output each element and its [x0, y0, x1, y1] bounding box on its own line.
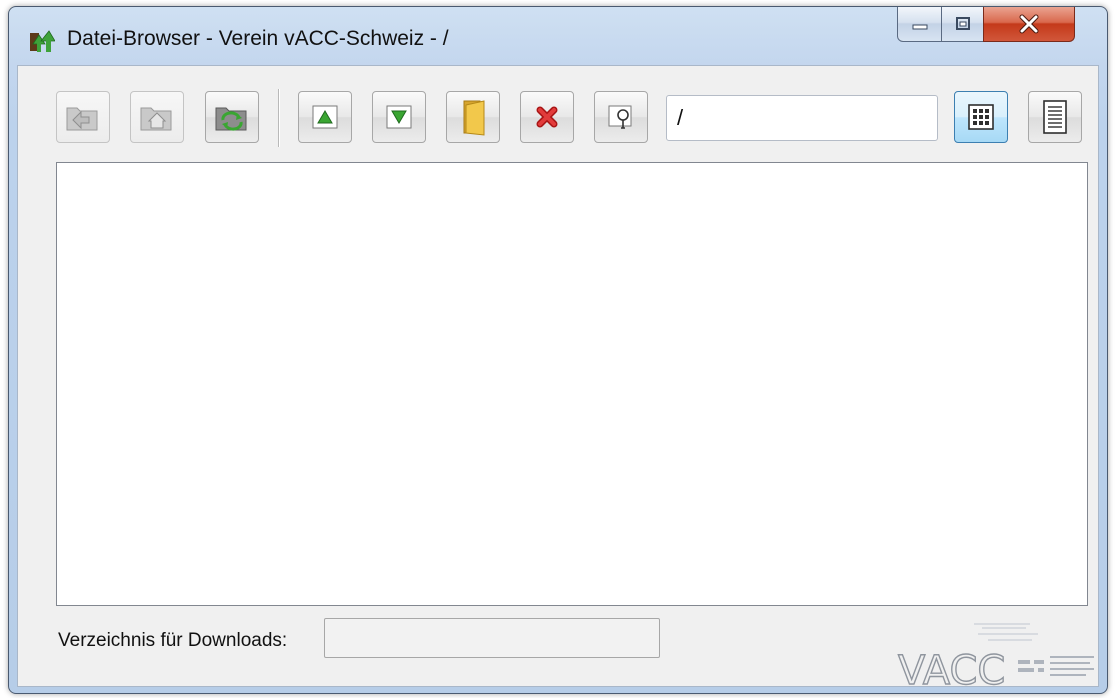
folder-refresh-icon — [215, 107, 247, 131]
red-x-icon — [536, 106, 558, 128]
minimize-button[interactable] — [897, 7, 943, 42]
download-dir-field[interactable] — [324, 618, 660, 658]
toolbar-separator — [278, 89, 279, 147]
back-button[interactable] — [56, 91, 110, 143]
refresh-button[interactable] — [205, 91, 259, 143]
upload-button[interactable] — [298, 91, 352, 143]
folder-back-icon — [66, 107, 98, 131]
app-icon — [30, 30, 55, 52]
lightbulb-icon — [608, 105, 632, 129]
close-button[interactable] — [983, 7, 1075, 42]
minimize-icon — [912, 24, 928, 30]
icon-view-button[interactable] — [954, 91, 1008, 143]
download-button[interactable] — [372, 91, 426, 143]
download-dir-label: Verzeichnis für Downloads: — [58, 630, 288, 651]
green-triangle-down-icon — [386, 105, 412, 129]
green-triangle-up-icon — [312, 105, 338, 129]
file-list[interactable] — [56, 162, 1088, 606]
new-folder-button[interactable] — [446, 91, 500, 143]
home-button[interactable] — [130, 91, 184, 143]
delete-button[interactable] — [520, 91, 574, 143]
close-icon — [1019, 14, 1039, 34]
file-browser-window: Datei-Browser - Verein vACC-Schweiz - / — [8, 6, 1108, 694]
list-view-button[interactable] — [1028, 91, 1082, 143]
window-title: Datei-Browser - Verein vACC-Schweiz - / — [67, 27, 449, 50]
client-area: / Verzeichnis für Downloads: VACC — [17, 65, 1099, 687]
grid-view-icon — [968, 104, 994, 130]
maximize-button[interactable] — [941, 7, 985, 42]
vacc-watermark-logo: VACC — [897, 623, 1094, 686]
title-bar[interactable]: Datei-Browser - Verein vACC-Schweiz - / — [9, 7, 1107, 65]
folder-home-icon — [140, 107, 172, 131]
list-view-icon — [1043, 100, 1067, 134]
svg-text:VACC: VACC — [898, 648, 1005, 686]
path-input[interactable]: / — [666, 95, 938, 141]
yellow-folder-icon — [463, 100, 485, 136]
rename-button[interactable] — [594, 91, 648, 143]
maximize-icon — [956, 17, 970, 30]
